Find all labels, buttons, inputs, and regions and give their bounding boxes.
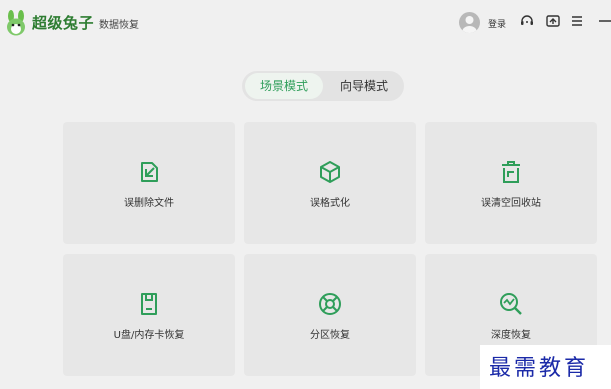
card-label: 误删除文件 [124, 198, 174, 209]
watermark-text: 最需教育 [489, 356, 590, 381]
deleted-file-icon [141, 162, 158, 182]
menu-icon[interactable] [569, 13, 585, 29]
partition-icon [319, 293, 341, 315]
mode-tabs: 场景模式 向导模式 [242, 71, 404, 101]
card-label: 分区恢复 [310, 330, 350, 341]
sd-card-icon [141, 293, 157, 315]
card-label: 深度恢复 [491, 330, 531, 341]
card-partition[interactable]: 分区恢复 [244, 254, 416, 376]
watermark: 最需教育 [480, 345, 611, 389]
title-bar: 超级兔子 数据恢复 登录 [0, 0, 611, 44]
deep-search-icon [500, 293, 522, 315]
app-title: 超级兔子 [32, 14, 95, 32]
login-link[interactable]: 登录 [488, 17, 506, 30]
card-label: U盘/内存卡恢复 [113, 330, 185, 341]
card-format[interactable]: 误格式化 [244, 122, 416, 244]
card-deleted-files[interactable]: 误删除文件 [63, 122, 235, 244]
app-subtitle: 数据恢复 [99, 20, 139, 31]
card-label: 误格式化 [310, 198, 350, 209]
box-format-icon [320, 161, 340, 183]
rabbit-logo-icon [7, 10, 25, 36]
share-icon[interactable] [545, 13, 561, 29]
card-recycle-bin[interactable]: 误清空回收站 [425, 122, 597, 244]
card-label: 误清空回收站 [481, 198, 541, 209]
tab-wizard-mode[interactable]: 向导模式 [326, 73, 402, 99]
user-avatar-icon[interactable] [459, 12, 480, 33]
card-usb-sd[interactable]: U盘/内存卡恢复 [63, 254, 235, 376]
minimize-icon[interactable] [597, 13, 611, 29]
recycle-bin-icon [502, 161, 520, 183]
support-chat-icon[interactable] [519, 13, 535, 29]
tab-scene-mode[interactable]: 场景模式 [245, 73, 323, 99]
